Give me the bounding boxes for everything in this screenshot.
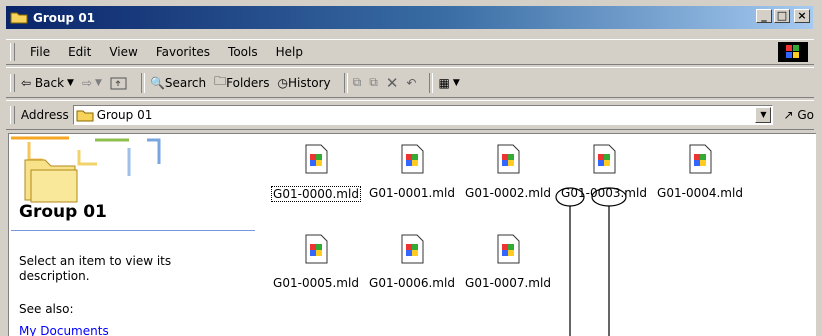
menubar-grip[interactable]	[10, 43, 15, 61]
back-dropdown-icon[interactable]: ▼	[67, 78, 74, 88]
media-file-icon	[497, 234, 520, 264]
views-dropdown-icon[interactable]: ▼	[453, 78, 460, 88]
web-view-panel: Group 01 Select an item to view its desc…	[9, 134, 257, 336]
media-file-icon	[401, 144, 424, 174]
history-icon: ◷	[277, 75, 288, 90]
media-file-icon	[593, 144, 616, 174]
folder-view: Group 01 Select an item to view its desc…	[8, 133, 816, 336]
file-item[interactable]: G01-0005.mld	[268, 234, 364, 290]
minimize-button[interactable]: _	[756, 9, 772, 23]
menu-bar: File Edit View Favorites Tools Help	[6, 39, 814, 65]
undo-button[interactable]: ↶	[406, 76, 416, 90]
address-bar: Address Group 01 ▼ ↗ Go	[6, 100, 814, 130]
file-name: G01-0005.mld	[273, 276, 359, 290]
file-name: G01-0006.mld	[369, 276, 455, 290]
forward-arrow-icon: ⇨	[81, 75, 93, 90]
media-file-icon	[497, 144, 520, 174]
panel-description: Select an item to view its description.	[19, 254, 172, 283]
file-name: G01-0003.mld	[561, 186, 647, 200]
maximize-button[interactable]: □	[774, 9, 790, 23]
file-name: G01-0001.mld	[369, 186, 455, 200]
history-label: History	[287, 75, 331, 90]
address-dropdown-icon[interactable]: ▼	[755, 107, 772, 123]
windows-logo-icon	[778, 42, 808, 62]
history-button[interactable]: ◷ History	[277, 76, 330, 90]
file-name: G01-0007.mld	[465, 276, 551, 290]
forward-dropdown-icon[interactable]: ▼	[95, 78, 102, 88]
file-name: G01-0002.mld	[465, 186, 551, 200]
standard-toolbar: ⇦ Back ▼ ⇨ ▼ 🔍 Search 🗀 Folders ◷ History ⧉ ⧉…	[6, 67, 814, 98]
media-file-icon	[305, 234, 328, 264]
toolbar-separator	[343, 72, 348, 93]
my-documents-link[interactable]: My Documents	[19, 324, 109, 336]
media-file-icon	[401, 234, 424, 264]
copy-to-button[interactable]: ⧉	[369, 75, 378, 90]
title-bar[interactable]: Group 01 _ □ ×	[6, 6, 813, 29]
file-item[interactable]: G01-0004.mld	[652, 144, 748, 200]
address-value: Group 01	[96, 108, 153, 122]
address-label: Address	[20, 108, 69, 122]
folders-label: Folders	[226, 75, 270, 90]
folder-icon	[10, 12, 28, 24]
menu-favorites[interactable]: Favorites	[147, 45, 219, 59]
move-to-icon: ⧉	[352, 75, 362, 89]
back-button[interactable]: ⇦ Back ▼	[21, 76, 74, 90]
copy-to-icon: ⧉	[369, 75, 378, 89]
file-item[interactable]: G01-0003.mld	[556, 144, 652, 200]
window-title: Group 01	[33, 10, 96, 25]
delete-icon: ✕	[385, 73, 399, 92]
up-folder-icon	[110, 77, 127, 89]
menu-file[interactable]: File	[21, 45, 59, 59]
folders-icon: 🗀	[214, 74, 227, 88]
panel-divider	[11, 230, 255, 231]
file-item[interactable]: G01-0001.mld	[364, 144, 460, 200]
back-label: Back	[34, 75, 65, 90]
search-button[interactable]: 🔍 Search	[150, 76, 206, 90]
toolbar-separator	[429, 72, 434, 93]
folder-icon	[76, 110, 94, 121]
go-button[interactable]: ↗ Go	[783, 108, 814, 122]
explorer-window: Group 01 _ □ × File Edit View Favorites …	[0, 0, 822, 336]
search-icon: 🔍	[149, 75, 165, 90]
media-file-icon	[305, 144, 328, 174]
up-folder-button[interactable]	[110, 76, 128, 90]
go-label: Go	[797, 108, 814, 122]
file-item[interactable]: G01-0007.mld	[460, 234, 556, 290]
back-arrow-icon: ⇦	[21, 75, 32, 90]
go-arrow-icon: ↗	[783, 108, 794, 122]
file-list: G01-0000.mld G01-0001.mld G01-0002.mld G…	[264, 134, 814, 336]
toolbar-separator	[140, 72, 145, 93]
forward-button[interactable]: ⇨ ▼	[82, 76, 102, 90]
file-name: G01-0004.mld	[657, 186, 743, 200]
toolbar-grip[interactable]	[10, 73, 15, 92]
search-label: Search	[164, 75, 207, 90]
menu-edit[interactable]: Edit	[59, 45, 100, 59]
undo-icon: ↶	[406, 75, 417, 90]
move-to-button[interactable]: ⧉	[353, 75, 362, 90]
address-input[interactable]: Group 01 ▼	[72, 105, 774, 125]
views-icon: ▦	[438, 75, 450, 90]
file-name: G01-0000.mld	[271, 186, 361, 202]
menu-help[interactable]: Help	[267, 45, 312, 59]
delete-button[interactable]: ✕	[386, 74, 399, 92]
menu-tools[interactable]: Tools	[219, 45, 267, 59]
see-also-label: See also:	[19, 302, 74, 316]
folders-button[interactable]: 🗀 Folders	[214, 72, 269, 93]
file-item[interactable]: G01-0000.mld	[268, 144, 364, 202]
panel-title: Group 01	[19, 202, 107, 222]
close-button[interactable]: ×	[794, 9, 810, 23]
views-button[interactable]: ▦ ▼	[438, 76, 459, 90]
addressbar-grip[interactable]	[10, 106, 15, 124]
menu-view[interactable]: View	[100, 45, 146, 59]
media-file-icon	[689, 144, 712, 174]
file-item[interactable]: G01-0006.mld	[364, 234, 460, 290]
file-item[interactable]: G01-0002.mld	[460, 144, 556, 200]
